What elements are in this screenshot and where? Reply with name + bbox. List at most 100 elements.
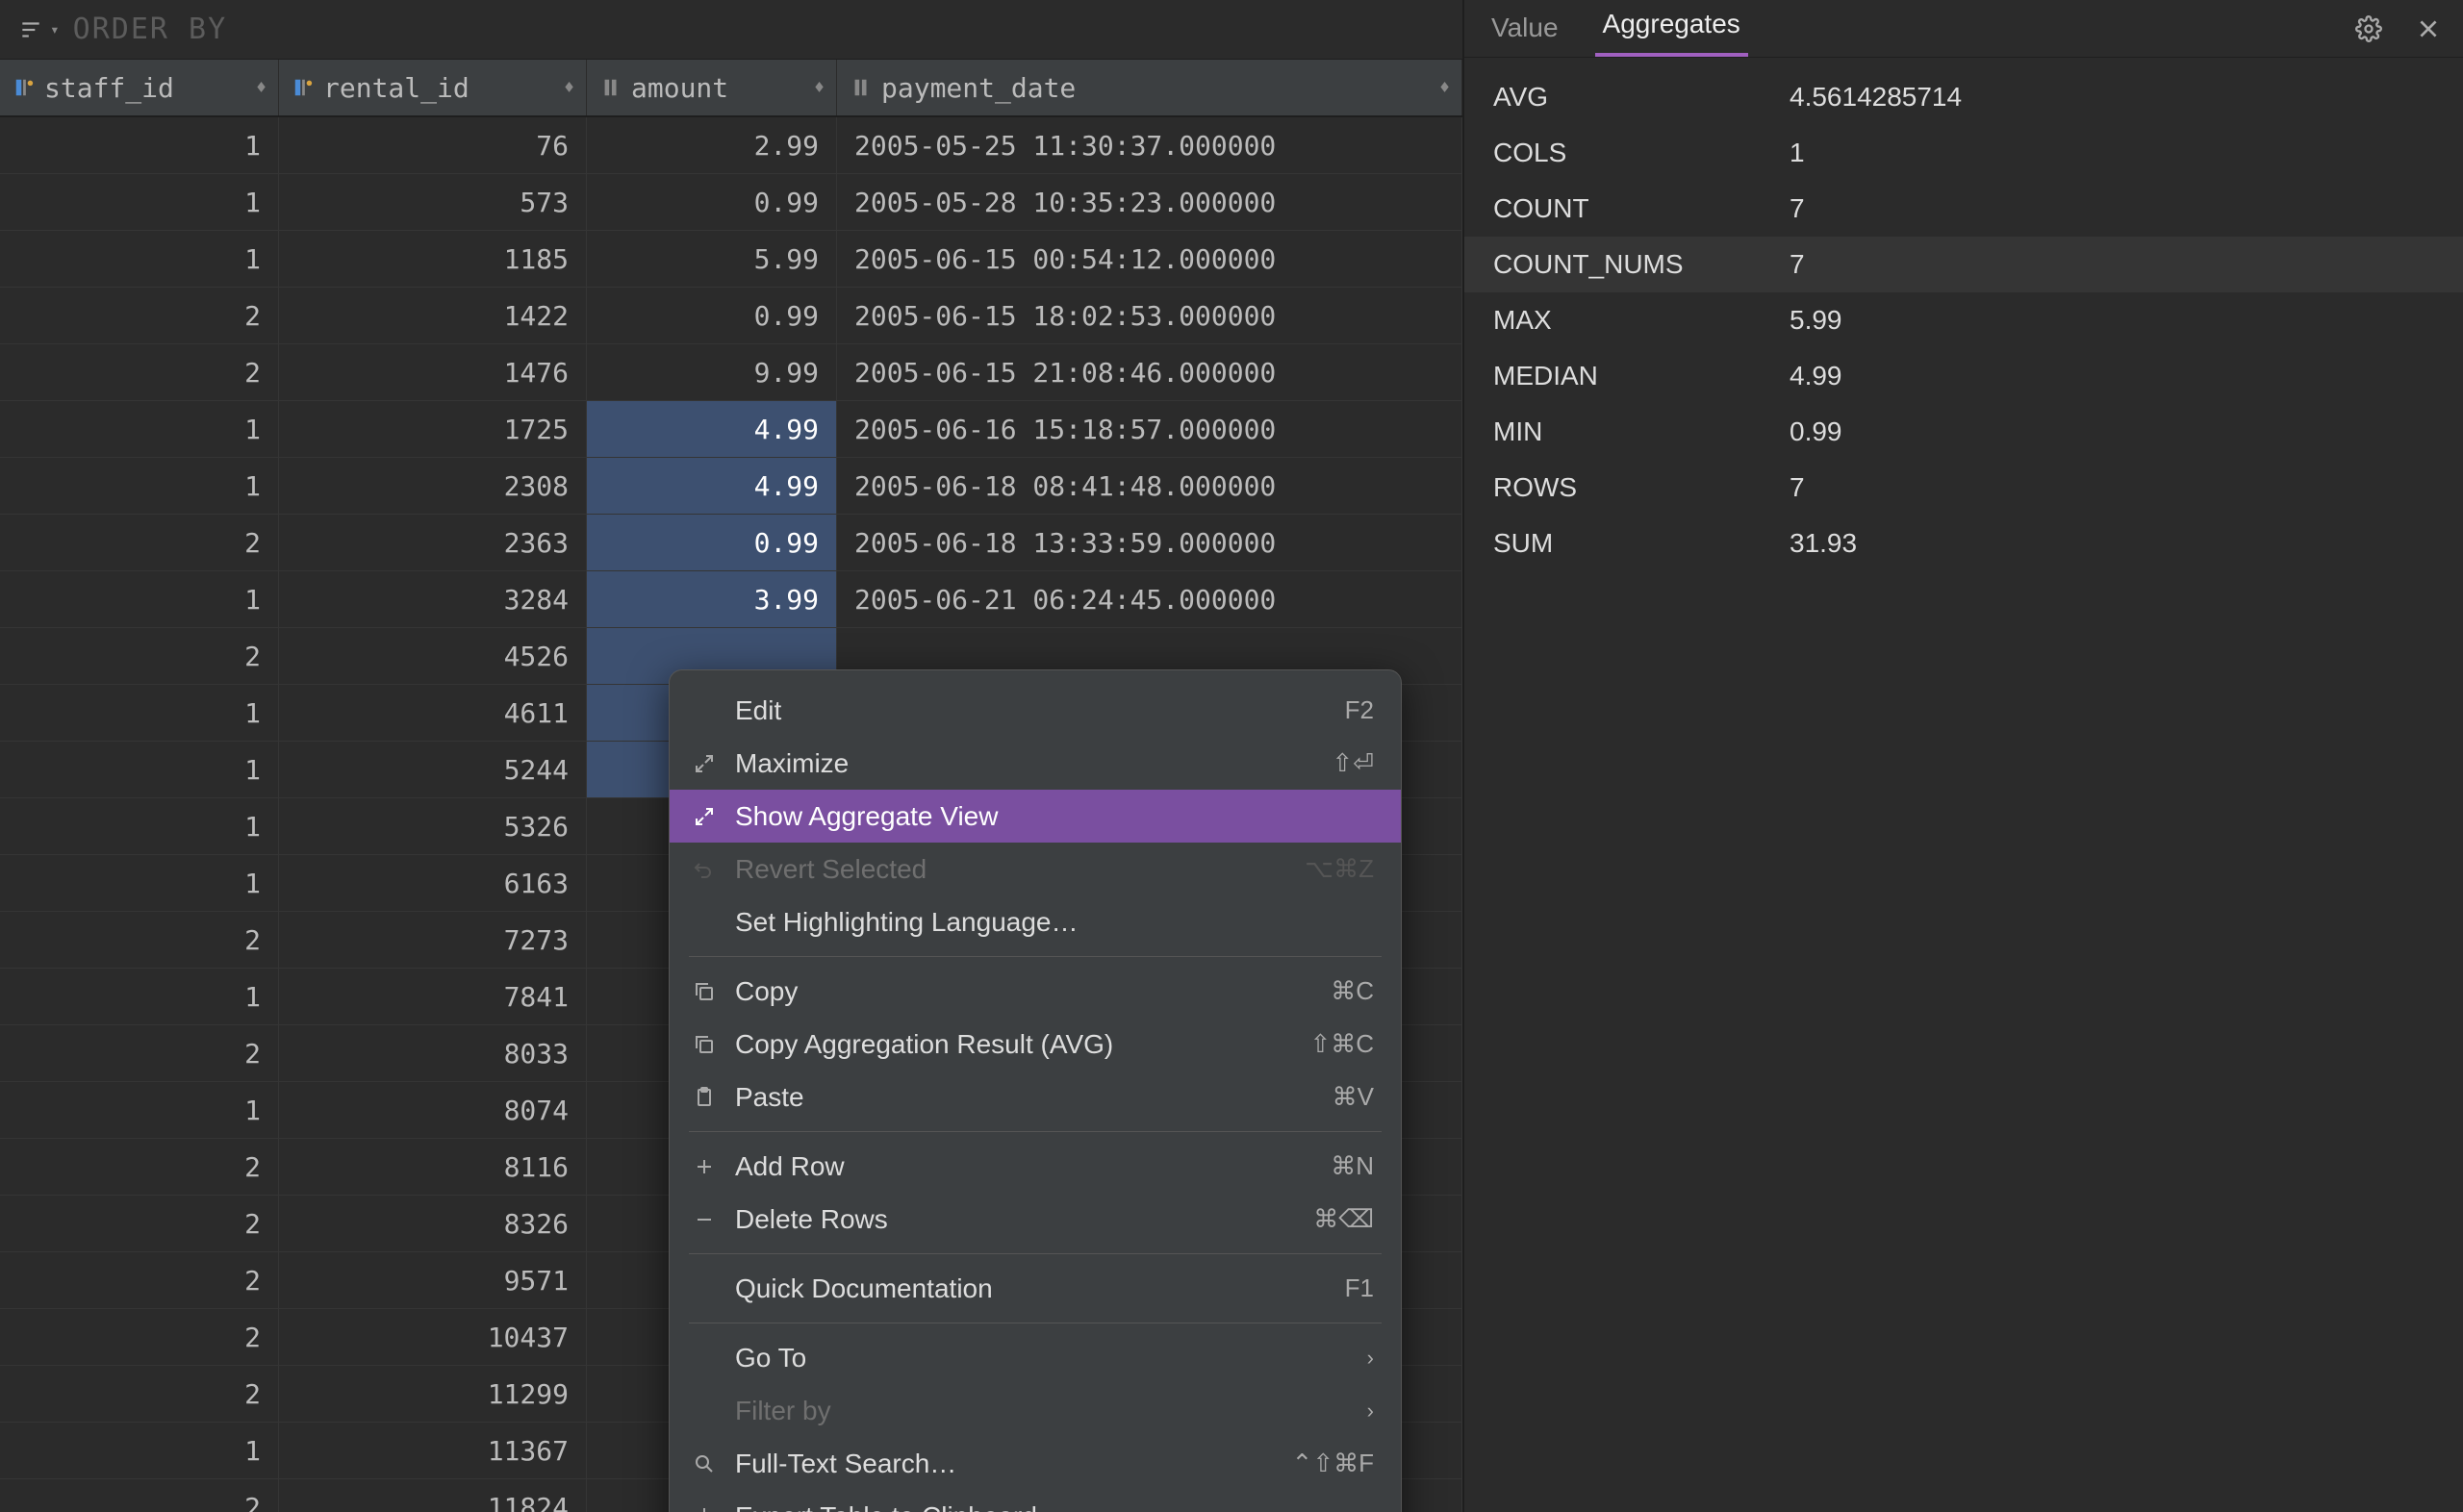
cell-rental-id[interactable]: 1422: [279, 288, 587, 343]
cell-rental-id[interactable]: 5244: [279, 742, 587, 797]
cell-amount[interactable]: 2.99: [587, 117, 837, 173]
menu-item-quick-documentation[interactable]: Quick DocumentationF1: [670, 1262, 1401, 1315]
cell-rental-id[interactable]: 2363: [279, 515, 587, 570]
tab-value[interactable]: Value: [1484, 0, 1566, 57]
cell-staff-id[interactable]: 1: [0, 855, 279, 911]
cell-staff-id[interactable]: 2: [0, 1139, 279, 1195]
table-row[interactable]: 132843.992005-06-21 06:24:45.000000: [0, 571, 1462, 628]
table-row[interactable]: 117254.992005-06-16 15:18:57.000000: [0, 401, 1462, 458]
cell-rental-id[interactable]: 8116: [279, 1139, 587, 1195]
cell-payment-date[interactable]: 2005-06-18 08:41:48.000000: [837, 458, 1462, 514]
cell-staff-id[interactable]: 2: [0, 288, 279, 343]
order-by-bar[interactable]: ▾ ORDER BY: [0, 0, 1462, 60]
cell-rental-id[interactable]: 573: [279, 174, 587, 230]
aggregate-row[interactable]: SUM31.93: [1464, 516, 2463, 571]
cell-rental-id[interactable]: 6163: [279, 855, 587, 911]
cell-staff-id[interactable]: 1: [0, 117, 279, 173]
aggregate-row[interactable]: ROWS7: [1464, 460, 2463, 516]
cell-payment-date[interactable]: 2005-06-21 06:24:45.000000: [837, 571, 1462, 627]
column-header-staff-id[interactable]: staff_id ♦: [0, 60, 279, 115]
cell-staff-id[interactable]: 1: [0, 685, 279, 741]
cell-amount[interactable]: 0.99: [587, 288, 837, 343]
column-header-payment-date[interactable]: payment_date ♦: [837, 60, 1462, 115]
cell-rental-id[interactable]: 9571: [279, 1252, 587, 1308]
cell-payment-date[interactable]: 2005-06-15 18:02:53.000000: [837, 288, 1462, 343]
aggregate-row[interactable]: MIN0.99: [1464, 404, 2463, 460]
aggregate-row[interactable]: COLS1: [1464, 125, 2463, 181]
cell-staff-id[interactable]: 1: [0, 401, 279, 457]
table-row[interactable]: 123084.992005-06-18 08:41:48.000000: [0, 458, 1462, 515]
menu-item-export-table-to-clipboard[interactable]: Export Table to Clipboard: [670, 1490, 1401, 1512]
cell-staff-id[interactable]: 1: [0, 174, 279, 230]
cell-amount[interactable]: 0.99: [587, 174, 837, 230]
cell-rental-id[interactable]: 1725: [279, 401, 587, 457]
cell-payment-date[interactable]: 2005-05-25 11:30:37.000000: [837, 117, 1462, 173]
cell-rental-id[interactable]: 8033: [279, 1025, 587, 1081]
menu-item-copy-aggregation-result-avg[interactable]: Copy Aggregation Result (AVG)⇧⌘C: [670, 1018, 1401, 1071]
cell-staff-id[interactable]: 2: [0, 1025, 279, 1081]
table-row[interactable]: 223630.992005-06-18 13:33:59.000000: [0, 515, 1462, 571]
aggregate-row[interactable]: MEDIAN4.99: [1464, 348, 2463, 404]
cell-staff-id[interactable]: 2: [0, 628, 279, 684]
cell-payment-date[interactable]: 2005-05-28 10:35:23.000000: [837, 174, 1462, 230]
cell-staff-id[interactable]: 2: [0, 1479, 279, 1512]
cell-rental-id[interactable]: 4611: [279, 685, 587, 741]
cell-amount[interactable]: 9.99: [587, 344, 837, 400]
cell-rental-id[interactable]: 11299: [279, 1366, 587, 1422]
cell-staff-id[interactable]: 1: [0, 742, 279, 797]
table-row[interactable]: 214769.992005-06-15 21:08:46.000000: [0, 344, 1462, 401]
aggregate-row[interactable]: COUNT_NUMS7: [1464, 237, 2463, 292]
menu-item-paste[interactable]: Paste⌘V: [670, 1071, 1401, 1123]
cell-staff-id[interactable]: 2: [0, 1196, 279, 1251]
menu-item-edit[interactable]: EditF2: [670, 684, 1401, 737]
close-icon[interactable]: [2413, 13, 2444, 44]
cell-rental-id[interactable]: 11367: [279, 1423, 587, 1478]
cell-amount[interactable]: 5.99: [587, 231, 837, 287]
menu-item-add-row[interactable]: Add Row⌘N: [670, 1140, 1401, 1193]
aggregate-row[interactable]: MAX5.99: [1464, 292, 2463, 348]
table-row[interactable]: 214220.992005-06-15 18:02:53.000000: [0, 288, 1462, 344]
cell-payment-date[interactable]: 2005-06-15 00:54:12.000000: [837, 231, 1462, 287]
cell-amount[interactable]: 3.99: [587, 571, 837, 627]
cell-staff-id[interactable]: 1: [0, 1423, 279, 1478]
cell-staff-id[interactable]: 1: [0, 798, 279, 854]
menu-item-copy[interactable]: Copy⌘C: [670, 965, 1401, 1018]
tab-aggregates[interactable]: Aggregates: [1595, 0, 1748, 57]
table-row[interactable]: 111855.992005-06-15 00:54:12.000000: [0, 231, 1462, 288]
cell-amount[interactable]: 4.99: [587, 458, 837, 514]
cell-rental-id[interactable]: 76: [279, 117, 587, 173]
cell-rental-id[interactable]: 1476: [279, 344, 587, 400]
cell-payment-date[interactable]: 2005-06-18 13:33:59.000000: [837, 515, 1462, 570]
aggregate-row[interactable]: COUNT7: [1464, 181, 2463, 237]
cell-rental-id[interactable]: 7841: [279, 969, 587, 1024]
cell-rental-id[interactable]: 11824: [279, 1479, 587, 1512]
menu-item-show-aggregate-view[interactable]: Show Aggregate View: [670, 790, 1401, 843]
cell-amount[interactable]: 0.99: [587, 515, 837, 570]
cell-rental-id[interactable]: 3284: [279, 571, 587, 627]
cell-staff-id[interactable]: 2: [0, 1309, 279, 1365]
menu-item-full-text-search[interactable]: Full-Text Search…⌃⇧⌘F: [670, 1437, 1401, 1490]
cell-rental-id[interactable]: 8074: [279, 1082, 587, 1138]
cell-staff-id[interactable]: 1: [0, 231, 279, 287]
column-header-amount[interactable]: amount ♦: [587, 60, 837, 115]
cell-staff-id[interactable]: 1: [0, 1082, 279, 1138]
cell-rental-id[interactable]: 1185: [279, 231, 587, 287]
aggregate-row[interactable]: AVG4.5614285714: [1464, 69, 2463, 125]
cell-amount[interactable]: 4.99: [587, 401, 837, 457]
cell-staff-id[interactable]: 2: [0, 1366, 279, 1422]
menu-item-go-to[interactable]: Go To›: [670, 1331, 1401, 1384]
cell-payment-date[interactable]: 2005-06-16 15:18:57.000000: [837, 401, 1462, 457]
cell-rental-id[interactable]: 10437: [279, 1309, 587, 1365]
cell-payment-date[interactable]: 2005-06-15 21:08:46.000000: [837, 344, 1462, 400]
cell-rental-id[interactable]: 5326: [279, 798, 587, 854]
cell-rental-id[interactable]: 2308: [279, 458, 587, 514]
menu-item-set-highlighting-language[interactable]: Set Highlighting Language…: [670, 895, 1401, 948]
cell-staff-id[interactable]: 1: [0, 458, 279, 514]
cell-staff-id[interactable]: 2: [0, 515, 279, 570]
gear-icon[interactable]: [2353, 13, 2384, 44]
cell-staff-id[interactable]: 1: [0, 969, 279, 1024]
table-row[interactable]: 15730.992005-05-28 10:35:23.000000: [0, 174, 1462, 231]
cell-staff-id[interactable]: 1: [0, 571, 279, 627]
cell-rental-id[interactable]: 4526: [279, 628, 587, 684]
table-row[interactable]: 1762.992005-05-25 11:30:37.000000: [0, 117, 1462, 174]
